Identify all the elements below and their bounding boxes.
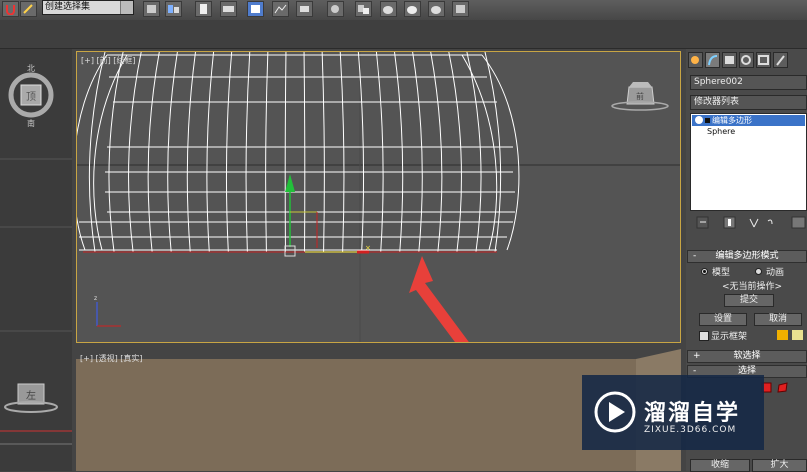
align-icon[interactable] bbox=[165, 1, 182, 17]
viewport-label-perspective[interactable]: [+] [透视] [真实] bbox=[80, 353, 143, 364]
stack-tools bbox=[696, 216, 806, 229]
gizmo-center[interactable] bbox=[284, 245, 296, 257]
environment-icon[interactable] bbox=[380, 1, 397, 17]
mode-model-radio[interactable] bbox=[701, 268, 708, 275]
mode-model-label: 模型 bbox=[712, 268, 731, 278]
mode-animate-label: 动画 bbox=[766, 268, 785, 278]
main-toolbar: 创建选择集 bbox=[0, 0, 807, 21]
expand-plus-icon[interactable] bbox=[705, 118, 710, 123]
watermark-url: ZIXUE.3D66.COM bbox=[644, 425, 737, 435]
viewcube-left[interactable]: 左 bbox=[0, 349, 72, 469]
toolbar-shelf bbox=[0, 20, 807, 49]
settings-button[interactable]: 设置 bbox=[699, 313, 747, 326]
rollout-soft-select[interactable]: + 软选择 bbox=[687, 350, 807, 363]
rollout-soft-select-title: 软选择 bbox=[733, 351, 761, 361]
select-filter-icon[interactable] bbox=[143, 1, 160, 17]
motion-icon[interactable] bbox=[739, 52, 754, 68]
teapot-active-icon[interactable] bbox=[428, 1, 445, 17]
stack-item-edit-poly-label: 编辑多边形 bbox=[712, 116, 752, 125]
stack-item-edit-poly[interactable]: 编辑多边形 bbox=[692, 115, 805, 126]
layer-icon[interactable] bbox=[195, 1, 212, 17]
render-frame-icon[interactable] bbox=[327, 1, 344, 17]
svg-text:×: × bbox=[365, 244, 371, 252]
current-operation-label: <无当前操作> bbox=[722, 282, 783, 292]
gizmo-y-arrow[interactable] bbox=[285, 174, 295, 192]
render-setup-icon[interactable] bbox=[296, 1, 313, 17]
svg-text:左: 左 bbox=[26, 389, 36, 402]
rollout-edit-poly-mode-title: 编辑多边形模式 bbox=[715, 251, 779, 261]
magnet-snap-icon[interactable] bbox=[2, 1, 19, 17]
chevron-down-icon bbox=[120, 1, 133, 14]
schematic-icon[interactable] bbox=[247, 1, 264, 17]
viewcube-front-label: 前 bbox=[636, 91, 644, 101]
display-icon[interactable] bbox=[756, 52, 771, 68]
annotation-arrow bbox=[409, 256, 469, 342]
sphere-wireframe: × z 前 bbox=[77, 52, 680, 342]
cage-selected-color-swatch[interactable] bbox=[792, 330, 803, 340]
image-icon[interactable] bbox=[452, 1, 469, 17]
watermark: 溜溜自学 ZIXUE.3D66.COM bbox=[582, 375, 764, 450]
modifier-list-dropdown[interactable]: 修改器列表 bbox=[690, 95, 807, 110]
render-icon[interactable] bbox=[355, 1, 372, 17]
left-viewports-column: 顶 北 南 左 bbox=[0, 49, 72, 471]
cage-color-swatch[interactable] bbox=[777, 330, 788, 340]
light-bulb-icon[interactable] bbox=[695, 116, 703, 124]
shrink-button[interactable]: 收缩 bbox=[690, 459, 750, 472]
show-cage-checkbox[interactable] bbox=[699, 331, 709, 341]
viewport-label-front[interactable]: [+] [前] [线框] bbox=[81, 55, 136, 66]
hierarchy-icon[interactable] bbox=[722, 52, 737, 68]
material-icon[interactable] bbox=[272, 1, 289, 17]
curve-editor-icon[interactable] bbox=[220, 1, 237, 17]
watermark-logo-icon bbox=[594, 391, 636, 433]
svg-text:顶: 顶 bbox=[26, 91, 36, 103]
create-icon[interactable] bbox=[688, 52, 703, 68]
viewcube-top-left[interactable]: 顶 北 南 bbox=[0, 49, 72, 349]
modify-icon[interactable] bbox=[705, 52, 720, 68]
svg-text:南: 南 bbox=[27, 118, 35, 128]
show-cage-label: 显示框架 bbox=[711, 332, 748, 342]
grow-button[interactable]: 扩大 bbox=[752, 459, 807, 472]
edit-named-selection-icon[interactable] bbox=[20, 1, 37, 17]
utilities-icon[interactable] bbox=[773, 52, 788, 68]
mode-animate-radio[interactable] bbox=[755, 268, 762, 275]
named-selection-set-dropdown[interactable]: 创建选择集 bbox=[42, 0, 134, 15]
cancel-button[interactable]: 取消 bbox=[754, 313, 802, 326]
teapot-render-icon[interactable] bbox=[404, 1, 421, 17]
commit-button[interactable]: 提交 bbox=[724, 294, 774, 307]
watermark-title: 溜溜自学 bbox=[644, 401, 741, 426]
stack-item-sphere[interactable]: Sphere bbox=[707, 127, 735, 136]
object-name-field[interactable]: Sphere002 bbox=[690, 75, 807, 90]
rollout-edit-poly-mode[interactable]: - 编辑多边形模式 bbox=[687, 250, 807, 263]
modifier-stack: 编辑多边形 Sphere bbox=[690, 113, 807, 211]
svg-text:z: z bbox=[94, 295, 97, 302]
named-selection-set-value: 创建选择集 bbox=[45, 2, 91, 12]
svg-text:北: 北 bbox=[27, 64, 35, 73]
viewport-front[interactable]: × z 前 [+] [前] [线框] bbox=[76, 51, 681, 343]
